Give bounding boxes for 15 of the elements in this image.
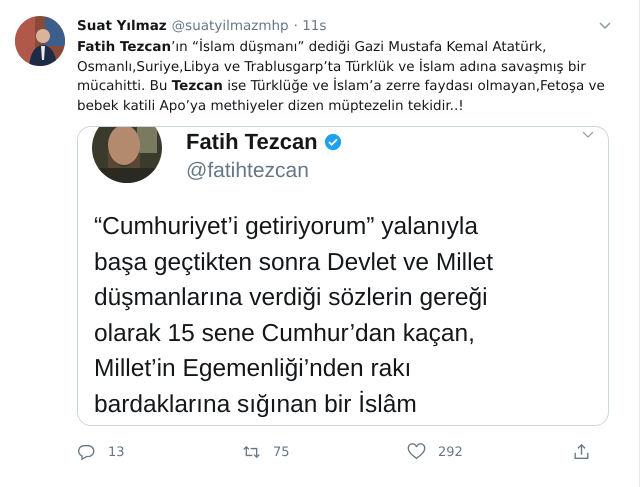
timestamp: · 11s (294, 18, 326, 34)
tweet-text: Fatih Tezcan’ın “İslam düşmanı” dediği Gazi Mustafa Kemal Atatürk, Osmanlı,Suriye,Libya ve Trablusgarp’ta Türklük ve İslam adına savaşmış bir mücahitti. Bu Tezcan ise Türklüğe ve İslam’a zerre faydası olmayan,Fetoşa ve bebek katili Apo’ya methiyeler dizen müptezelin tekidir..! (77, 38, 606, 116)
embedded-user-handle: @fatihtezcan (186, 159, 310, 183)
action-count: 13 (108, 444, 125, 460)
embedded-text-line: olarak 15 sene Cumhur’dan kaçan, (94, 318, 475, 348)
embedded-text-line: “Cumhuriyet’i getiriyorum” yalanıyla (94, 212, 478, 242)
embedded-text-line: düşmanlarına verdiği sözlerin gereği (94, 283, 488, 313)
embedded-text-line: başa geçtikten sonra Devlet ve Millet (94, 248, 493, 278)
user-name[interactable]: Suat Yılmaz (77, 18, 167, 34)
embedded-text-line: bardaklarına sığınan bir İslâm (94, 390, 417, 420)
action-count: 292 (438, 444, 463, 460)
embedded-text-line: Millet’in Egemenliği’nden rakı (94, 354, 412, 384)
user-handle: @suatyilmazmhp (172, 18, 289, 34)
embedded-user-name: Fatih Tezcan (186, 129, 318, 155)
action-count: 75 (273, 444, 290, 460)
